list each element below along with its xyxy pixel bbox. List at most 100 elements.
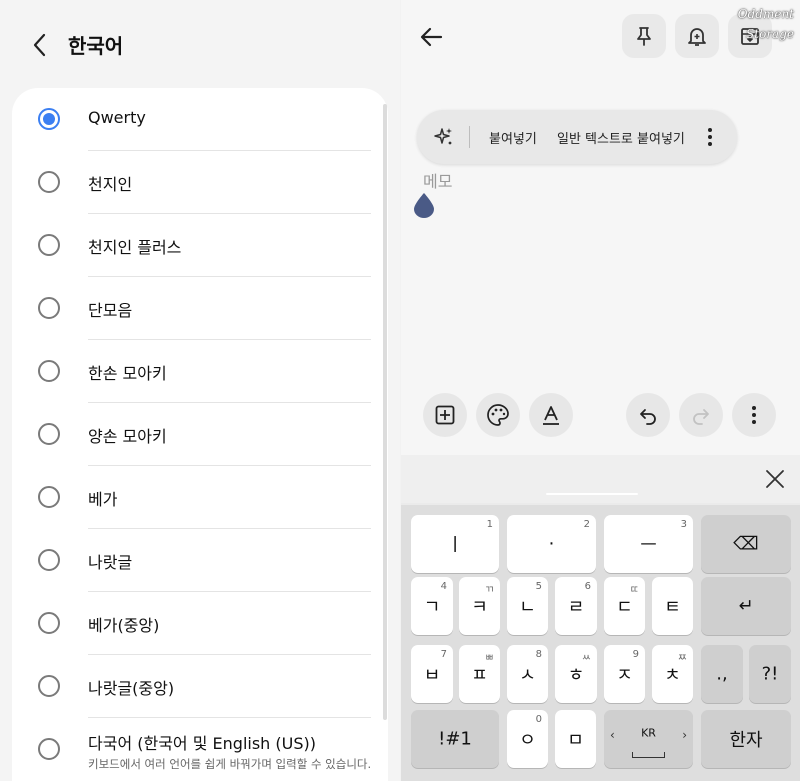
radio-button[interactable] bbox=[38, 171, 60, 193]
keyboard-key[interactable]: ㅊㅉ bbox=[652, 645, 693, 703]
key-label: !#1 bbox=[438, 728, 472, 750]
pin-button[interactable] bbox=[622, 14, 666, 58]
settings-header: 한국어 bbox=[0, 0, 400, 88]
keyboard-function-key[interactable]: ⌫ bbox=[701, 515, 791, 573]
keyboard-key[interactable]: ㅁ bbox=[555, 710, 596, 768]
text-cursor-handle-icon[interactable] bbox=[413, 192, 435, 218]
keyboard-key[interactable]: ㅎㅆ bbox=[555, 645, 597, 703]
key-hint: ㄲ bbox=[484, 585, 494, 596]
color-button[interactable] bbox=[476, 393, 520, 437]
keyboard-key[interactable]: ㅅ8 bbox=[507, 645, 548, 703]
key-label: ㅣ bbox=[446, 535, 464, 556]
keyboard-drag-handle[interactable] bbox=[546, 493, 638, 495]
layout-option[interactable]: 단모음 bbox=[12, 277, 388, 340]
memo-editor-panel: Oddment Storage 메모 붙여넣기 일반 텍스트로 붙여넣기 ㅣ 1… bbox=[401, 0, 800, 781]
layout-option-label: 다국어 (한국어 및 English (US)) bbox=[88, 734, 316, 753]
layout-option-label: 베가 bbox=[88, 490, 118, 509]
reminder-button[interactable] bbox=[675, 14, 719, 58]
keyboard-key[interactable]: ㄹ6 bbox=[555, 577, 597, 635]
keyboard-key[interactable]: ㄱ4 bbox=[411, 577, 453, 635]
key-label: ⌫ bbox=[733, 533, 759, 555]
key-hint: ㅉ bbox=[677, 653, 687, 664]
back-button[interactable] bbox=[419, 24, 445, 50]
layout-option[interactable]: 천지인 플러스 bbox=[12, 214, 388, 277]
more-vert-icon[interactable] bbox=[703, 125, 717, 149]
key-hint: 8 bbox=[535, 649, 542, 660]
layout-option[interactable]: 다국어 (한국어 및 English (US)) 키보드에서 여러 언어를 쉽게 … bbox=[12, 718, 388, 781]
editor-area[interactable]: Oddment Storage 메모 붙여넣기 일반 텍스트로 붙여넣기 bbox=[401, 0, 800, 455]
key-label: ., bbox=[716, 663, 728, 685]
key-hint: ㅆ bbox=[581, 653, 591, 664]
key-hint: ㅃ bbox=[484, 653, 494, 664]
add-box-icon bbox=[435, 405, 455, 425]
key-label: · bbox=[548, 533, 555, 555]
keyboard-key[interactable]: ㅍㅃ bbox=[459, 645, 500, 703]
radio-button[interactable] bbox=[38, 108, 60, 130]
language-switch-arrows: ‹ › bbox=[610, 728, 687, 742]
close-icon[interactable] bbox=[763, 467, 787, 491]
keyboard-key[interactable]: ㄴ5 bbox=[507, 577, 548, 635]
undo-button[interactable] bbox=[626, 393, 670, 437]
layout-option[interactable]: 나랏글(중앙) bbox=[12, 655, 388, 718]
layout-option-label: 천지인 플러스 bbox=[88, 238, 182, 257]
memo-input-placeholder[interactable]: 메모 bbox=[423, 168, 452, 192]
layout-option[interactable]: 양손 모아키 bbox=[12, 403, 388, 466]
key-label: ㅂ bbox=[423, 665, 441, 686]
keyboard-key[interactable]: ㅡ3 bbox=[604, 515, 693, 573]
layout-option-label: 양손 모아키 bbox=[88, 427, 167, 446]
watermark-line: Storage bbox=[746, 27, 794, 41]
pin-icon bbox=[637, 27, 651, 46]
redo-button[interactable] bbox=[679, 393, 723, 437]
keyboard-function-key[interactable]: KR ‹ › bbox=[604, 710, 693, 768]
keyboard-key[interactable]: ㅇ0 bbox=[507, 710, 548, 768]
add-content-button[interactable] bbox=[423, 393, 467, 437]
radio-button[interactable] bbox=[38, 297, 60, 319]
key-hint: 4 bbox=[440, 581, 447, 592]
page-title: 한국어 bbox=[68, 34, 124, 58]
keyboard-function-key[interactable]: ?! bbox=[749, 645, 791, 703]
layout-option-label: 천지인 bbox=[88, 175, 133, 194]
text-format-button[interactable] bbox=[529, 393, 573, 437]
key-label: ㄷ bbox=[616, 597, 633, 618]
radio-button[interactable] bbox=[38, 549, 60, 571]
key-label: ㄴ bbox=[519, 597, 536, 618]
keyboard-key[interactable]: ㄷㄸ bbox=[604, 577, 645, 635]
keyboard-key[interactable]: · 2 bbox=[507, 515, 596, 573]
layout-option[interactable]: 베가 bbox=[12, 466, 388, 529]
keyboard-function-key[interactable]: ., bbox=[701, 645, 743, 703]
paste-plain-text-button[interactable]: 일반 텍스트로 붙여넣기 bbox=[557, 128, 685, 147]
key-label: ㅌ bbox=[664, 597, 681, 618]
ai-sparkle-icon[interactable] bbox=[433, 126, 455, 148]
layout-option[interactable]: 베가(중앙) bbox=[12, 592, 388, 655]
language-settings-panel: 한국어 Qwerty 천지인천지인 플러스단모음 한손 모아키양손 모아키베가나랏글… bbox=[0, 0, 400, 781]
radio-button[interactable] bbox=[38, 234, 60, 256]
keyboard-key[interactable]: ㅌ bbox=[652, 577, 693, 635]
keyboard-key[interactable]: ㅣ1 bbox=[411, 515, 499, 573]
key-label: ㅇ bbox=[519, 730, 536, 751]
back-button[interactable] bbox=[26, 30, 54, 60]
key-label: ㅎ bbox=[567, 665, 585, 686]
layout-option[interactable]: 나랏글 bbox=[12, 529, 388, 592]
paste-button[interactable]: 붙여넣기 bbox=[489, 128, 537, 147]
radio-button[interactable] bbox=[38, 360, 60, 382]
radio-button[interactable] bbox=[38, 486, 60, 508]
keyboard-function-key[interactable]: !#1 bbox=[411, 710, 499, 768]
keyboard-function-key[interactable]: 한자 bbox=[701, 710, 791, 768]
more-options-button[interactable] bbox=[732, 393, 776, 437]
keyboard-function-key[interactable]: ↵ bbox=[701, 577, 791, 635]
text-format-icon bbox=[543, 406, 559, 425]
key-hint: 7 bbox=[440, 649, 447, 660]
radio-button[interactable] bbox=[38, 738, 60, 760]
key-label: ↵ bbox=[738, 595, 754, 617]
keyboard-key[interactable]: ㅋㄲ bbox=[459, 577, 500, 635]
layout-option[interactable]: 천지인 bbox=[12, 151, 388, 214]
layout-option[interactable]: 한손 모아키 bbox=[12, 340, 388, 403]
keyboard-key[interactable]: ㅈ9 bbox=[604, 645, 645, 703]
scrollbar[interactable] bbox=[383, 104, 387, 720]
radio-button[interactable] bbox=[38, 423, 60, 445]
radio-button[interactable] bbox=[38, 612, 60, 634]
radio-button[interactable] bbox=[38, 675, 60, 697]
layout-option[interactable]: Qwerty bbox=[12, 88, 388, 151]
keyboard-key[interactable]: ㅂ7 bbox=[411, 645, 453, 703]
key-label: ㅍ bbox=[471, 665, 488, 686]
